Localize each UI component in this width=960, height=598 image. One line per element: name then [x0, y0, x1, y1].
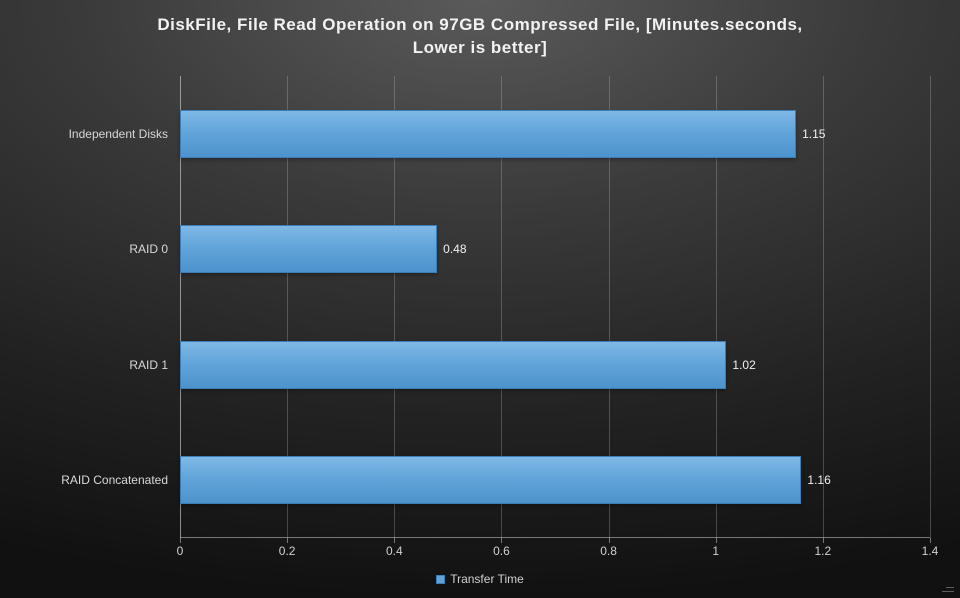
- grid-line: [930, 76, 931, 538]
- category-label: RAID 1: [129, 358, 168, 372]
- chart-title: DiskFile, File Read Operation on 97GB Co…: [10, 14, 950, 60]
- x-tick: [180, 538, 181, 543]
- x-tick: [287, 538, 288, 543]
- category-label: RAID 0: [129, 242, 168, 256]
- x-tick: [501, 538, 502, 543]
- bar-raid-1: [180, 341, 726, 389]
- bar-raid-concatenated: [180, 456, 801, 504]
- chart-settings-handle-icon[interactable]: [936, 574, 956, 594]
- bar-value-label: 0.48: [443, 242, 466, 256]
- x-tick-label: 0: [177, 544, 184, 558]
- x-tick-label: 1: [712, 544, 719, 558]
- x-tick: [823, 538, 824, 543]
- category-label: Independent Disks: [69, 127, 168, 141]
- bar-independent-disks: [180, 110, 796, 158]
- x-tick: [394, 538, 395, 543]
- bar-raid-0: [180, 225, 437, 273]
- grid-line: [823, 76, 824, 538]
- title-line-1: DiskFile, File Read Operation on 97GB Co…: [157, 15, 802, 34]
- x-tick: [716, 538, 717, 543]
- bar-value-label: 1.15: [802, 127, 825, 141]
- x-tick-label: 0.4: [386, 544, 403, 558]
- x-tick-label: 0.8: [600, 544, 617, 558]
- x-tick-label: 0.6: [493, 544, 510, 558]
- x-tick: [609, 538, 610, 543]
- bar-value-label: 1.02: [732, 358, 755, 372]
- x-axis-line: [180, 537, 930, 538]
- legend-series-label: Transfer Time: [450, 572, 524, 586]
- title-line-2: Lower is better]: [413, 38, 548, 57]
- x-tick-label: 1.4: [922, 544, 939, 558]
- x-tick-label: 0.2: [279, 544, 296, 558]
- chart-container: DiskFile, File Read Operation on 97GB Co…: [0, 0, 960, 598]
- category-label: RAID Concatenated: [61, 473, 168, 487]
- x-tick: [930, 538, 931, 543]
- bar-value-label: 1.16: [807, 473, 830, 487]
- x-tick-label: 1.2: [815, 544, 832, 558]
- legend-swatch-icon: [436, 575, 445, 584]
- plot-area: 0 0.2 0.4 0.6 0.8 1 1.2 1.4 Independent …: [180, 76, 930, 538]
- legend: Transfer Time: [0, 572, 960, 586]
